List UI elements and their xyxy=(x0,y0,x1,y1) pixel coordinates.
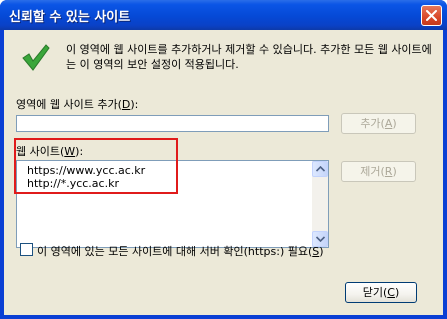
add-site-input[interactable] xyxy=(16,115,329,132)
green-checkmark-icon xyxy=(22,44,50,71)
dialog-body: 이 영역에 웹 사이트를 추가하거나 제거할 수 있습니다. 추가한 모든 웹 … xyxy=(4,30,443,315)
listbox-scrollbar[interactable] xyxy=(312,161,328,247)
require-https-checkbox[interactable] xyxy=(20,243,33,256)
add-button[interactable]: 추가(A) xyxy=(341,113,416,134)
remove-button[interactable]: 제거(R) xyxy=(341,161,416,182)
require-https-label[interactable]: 이 영역에 있는 모든 사이트에 대해 서버 확인(https:) 필요(S) xyxy=(37,243,324,259)
close-window-button[interactable] xyxy=(421,5,442,26)
add-site-label: 영역에 웹 사이트 추가(D): xyxy=(16,98,139,111)
close-button[interactable]: 닫기(C) xyxy=(345,282,417,303)
scroll-down-arrow-icon xyxy=(316,236,325,242)
scroll-up-arrow-icon xyxy=(316,166,325,172)
red-highlight-box xyxy=(14,138,178,194)
scroll-up-button[interactable] xyxy=(312,161,328,177)
intro-text: 이 영역에 웹 사이트를 추가하거나 제거할 수 있습니다. 추가한 모든 웹 … xyxy=(66,43,432,71)
dialog-title: 신뢰할 수 있는 사이트 xyxy=(9,10,131,25)
trusted-sites-dialog: 신뢰할 수 있는 사이트 이 영역에 웹 사이트를 추가하거나 제거할 수 있습… xyxy=(0,0,447,319)
close-x-icon xyxy=(426,10,437,21)
title-bar[interactable]: 신뢰할 수 있는 사이트 xyxy=(0,0,447,30)
